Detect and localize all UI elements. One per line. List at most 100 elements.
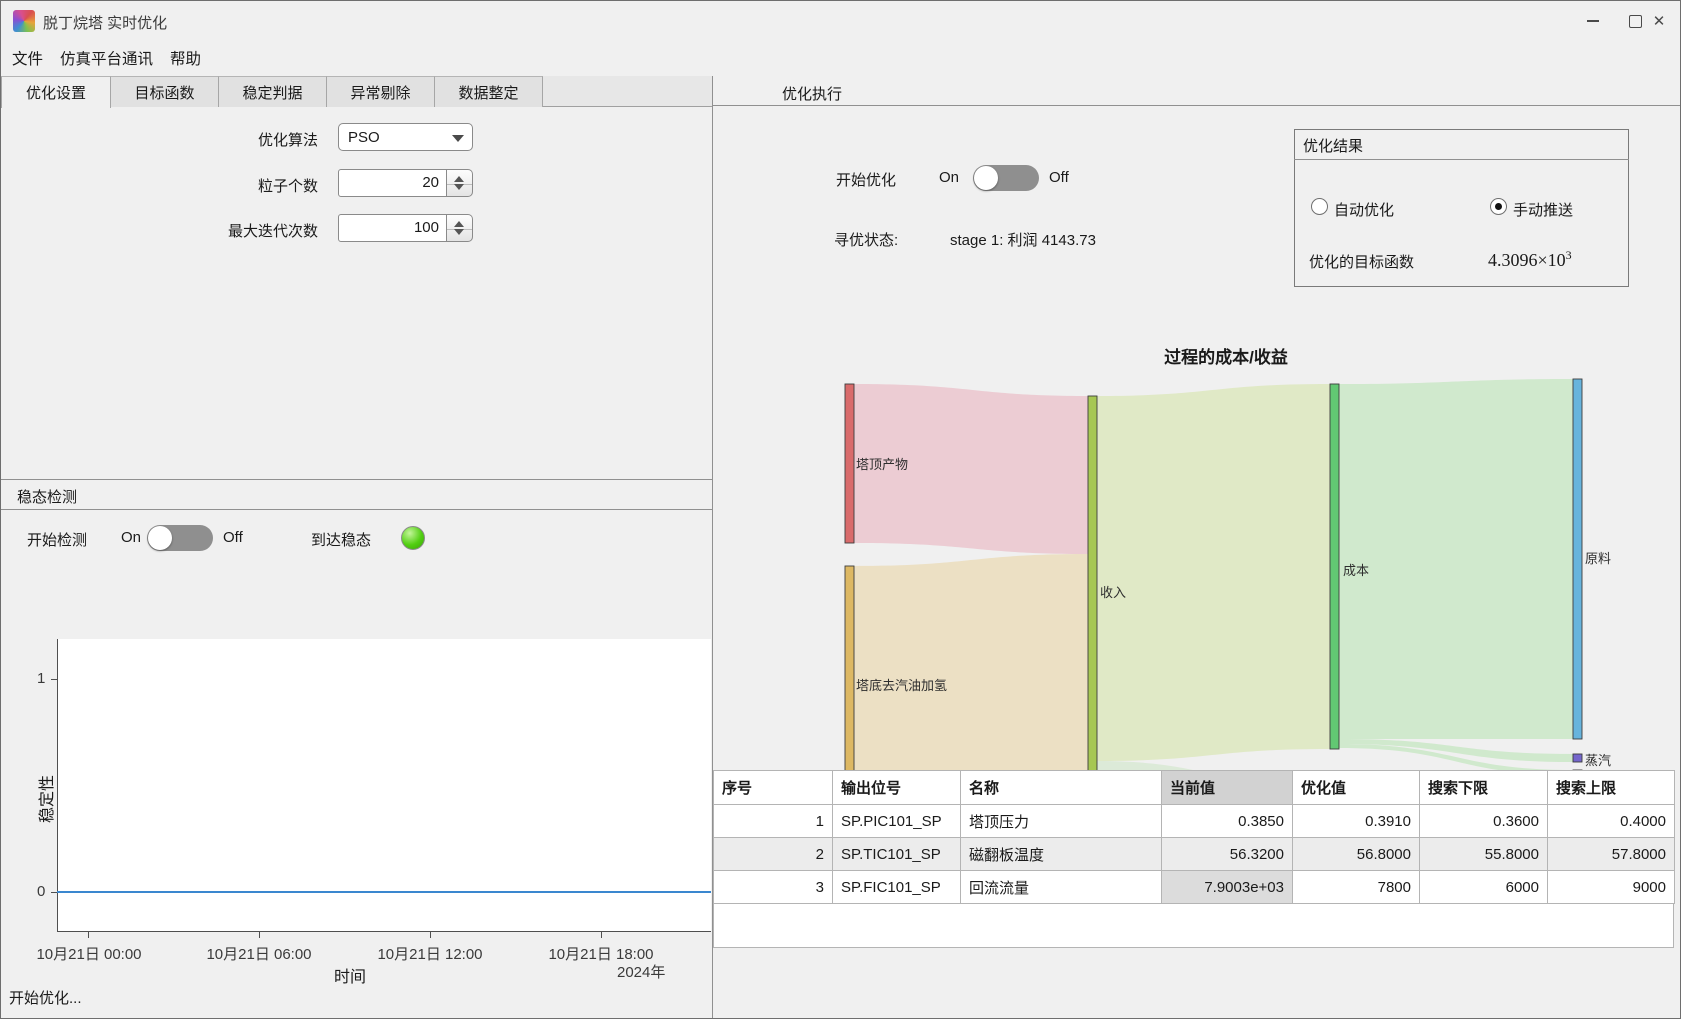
opt-toggle-off-label: Off: [1049, 169, 1069, 186]
cell-lower[interactable]: 0.3600: [1420, 805, 1548, 838]
tab-outlier-removal[interactable]: 异常剔除: [327, 76, 435, 107]
close-icon: ✕: [1653, 14, 1666, 29]
spin-up-icon: [454, 176, 464, 182]
minimize-button[interactable]: [1571, 1, 1615, 41]
stability-plot-area: [57, 639, 711, 932]
algorithm-dropdown[interactable]: PSO: [338, 123, 473, 151]
objective-mantissa: 4.3096×10: [1488, 250, 1566, 270]
x-tick-label: 10月21日 12:00: [364, 943, 496, 964]
cell-upper[interactable]: 57.8000: [1548, 838, 1675, 871]
cell-optimized[interactable]: 7800: [1293, 871, 1420, 904]
result-box-title: 优化结果: [1303, 135, 1363, 156]
radio-auto-label[interactable]: 自动优化: [1334, 199, 1394, 220]
objective-exponent: 3: [1566, 248, 1572, 262]
col-header-tag[interactable]: 输出位号: [833, 771, 961, 805]
sankey-label-steam: 蒸汽: [1585, 750, 1611, 769]
menu-item-file[interactable]: 文件: [12, 47, 43, 69]
table-row[interactable]: 3 SP.FIC101_SP 回流流量 7.9003e+03 7800 6000…: [714, 871, 1675, 904]
panel-divider: [1, 479, 712, 480]
particles-label: 粒子个数: [168, 175, 318, 196]
particles-stepper: 20: [338, 169, 473, 197]
app-window: 脱丁烷塔 实时优化 ✕ 文件 仿真平台通讯 帮助 优化设置 目标函数 稳定判据 …: [0, 0, 1681, 1019]
cell-index[interactable]: 3: [714, 871, 833, 904]
detect-toggle-off-label: Off: [223, 529, 243, 546]
cell-name[interactable]: 回流流量: [961, 871, 1162, 904]
x-tick: [430, 932, 431, 938]
cell-optimized[interactable]: 0.3910: [1293, 805, 1420, 838]
cell-current[interactable]: 7.9003e+03: [1162, 871, 1293, 904]
cell-name[interactable]: 磁翻板温度: [961, 838, 1162, 871]
radio-auto-optimize[interactable]: [1311, 198, 1328, 215]
title-bar: 脱丁烷塔 实时优化 ✕: [1, 1, 1680, 41]
max-iter-stepper: 100: [338, 214, 473, 242]
algorithm-label: 优化算法: [168, 129, 318, 150]
cell-tag[interactable]: SP.FIC101_SP: [833, 871, 961, 904]
result-title-underline: [1294, 159, 1629, 160]
particles-input[interactable]: 20: [338, 169, 447, 197]
x-tick: [259, 932, 260, 938]
toggle-knob: [148, 526, 172, 550]
table-row[interactable]: 1 SP.PIC101_SP 塔顶压力 0.3850 0.3910 0.3600…: [714, 805, 1675, 838]
steady-reached-label: 到达稳态: [311, 529, 371, 550]
flow-income-cost: [1097, 384, 1330, 761]
cell-tag[interactable]: SP.TIC101_SP: [833, 838, 961, 871]
x-tick-label: 10月21日 00:00: [23, 943, 155, 964]
node-steam: [1573, 754, 1582, 762]
close-button[interactable]: ✕: [1637, 1, 1681, 41]
x-axis-label: 时间: [334, 963, 366, 987]
cell-current[interactable]: 56.3200: [1162, 838, 1293, 871]
table-row[interactable]: 2 SP.TIC101_SP 磁翻板温度 56.3200 56.8000 55.…: [714, 838, 1675, 871]
col-header-lower[interactable]: 搜索下限: [1420, 771, 1548, 805]
opt-toggle[interactable]: [973, 165, 1039, 191]
particles-spin-buttons[interactable]: [447, 169, 473, 197]
sankey-label-top-product: 塔顶产物: [856, 454, 908, 473]
tab-objective[interactable]: 目标函数: [111, 76, 219, 107]
exec-title-underline: [713, 105, 1681, 106]
parameters-table[interactable]: 序号 输出位号 名称 当前值 优化值 搜索下限 搜索上限 1 SP.PIC101…: [713, 770, 1675, 904]
sankey-diagram: [713, 311, 1681, 831]
spin-down-icon: [454, 229, 464, 235]
cell-upper[interactable]: 0.4000: [1548, 805, 1675, 838]
x-tick-label: 10月21日 06:00: [193, 943, 325, 964]
radio-manual-label[interactable]: 手动推送: [1513, 199, 1573, 220]
sankey-label-bottoms: 塔底去汽油加氢: [856, 675, 947, 694]
x-tick: [88, 932, 89, 938]
tab-data-tuning[interactable]: 数据整定: [435, 76, 543, 107]
col-header-index[interactable]: 序号: [714, 771, 833, 805]
node-top-product: [845, 384, 854, 543]
cell-optimized[interactable]: 56.8000: [1293, 838, 1420, 871]
cell-current[interactable]: 0.3850: [1162, 805, 1293, 838]
cell-upper[interactable]: 9000: [1548, 871, 1675, 904]
x-axis-year-label: 2024年: [617, 961, 665, 982]
detect-toggle-on-label: On: [121, 529, 141, 546]
menu-item-help[interactable]: 帮助: [170, 47, 201, 69]
spin-down-icon: [454, 184, 464, 190]
sankey-label-feed: 原料: [1585, 548, 1611, 567]
menu-item-sim-comm[interactable]: 仿真平台通讯: [60, 47, 153, 69]
tab-opt-settings[interactable]: 优化设置: [1, 76, 111, 108]
tab-stability-criteria[interactable]: 稳定判据: [219, 76, 327, 107]
search-status-value: stage 1: 利润 4143.73: [950, 229, 1096, 250]
col-header-current[interactable]: 当前值: [1162, 771, 1293, 805]
col-header-optimized[interactable]: 优化值: [1293, 771, 1420, 805]
detect-toggle[interactable]: [147, 525, 213, 551]
cell-index[interactable]: 2: [714, 838, 833, 871]
objective-label: 优化的目标函数: [1309, 251, 1414, 272]
minimize-icon: [1587, 20, 1599, 22]
y-axis-label: 稳定性: [33, 775, 57, 823]
col-header-name[interactable]: 名称: [961, 771, 1162, 805]
radio-manual-push[interactable]: [1490, 198, 1507, 215]
cell-lower[interactable]: 6000: [1420, 871, 1548, 904]
max-iter-spin-buttons[interactable]: [447, 214, 473, 242]
cell-lower[interactable]: 55.8000: [1420, 838, 1548, 871]
cell-tag[interactable]: SP.PIC101_SP: [833, 805, 961, 838]
cell-index[interactable]: 1: [714, 805, 833, 838]
window-title: 脱丁烷塔 实时优化: [43, 12, 167, 33]
opt-toggle-on-label: On: [939, 169, 959, 186]
y-tick: [51, 679, 57, 680]
max-iter-input[interactable]: 100: [338, 214, 447, 242]
col-header-upper[interactable]: 搜索上限: [1548, 771, 1675, 805]
toggle-knob: [974, 166, 998, 190]
cell-name[interactable]: 塔顶压力: [961, 805, 1162, 838]
steady-panel-title: 稳态检测: [17, 486, 77, 507]
